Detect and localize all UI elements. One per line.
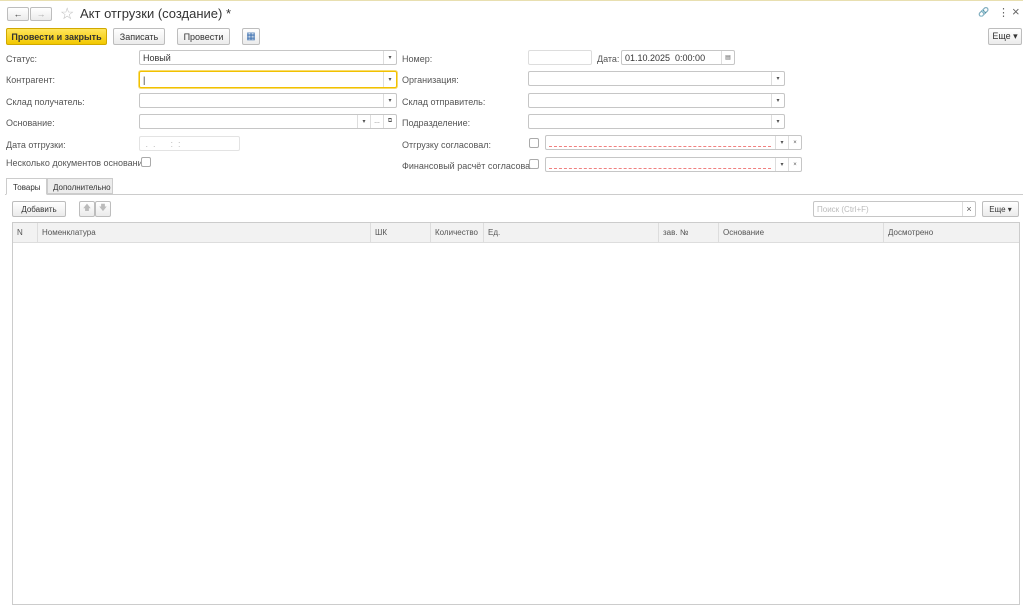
dropdown-icon[interactable]: ▾ [383,94,396,107]
counterparty-label: Контрагент: [6,75,56,85]
org-label: Организация: [402,75,459,85]
table-header: N Номенклатура ШК Количество Ед. зав. № … [13,223,1019,243]
back-button[interactable]: ← [7,7,29,21]
dropdown-icon[interactable]: ▾ [771,72,784,85]
col-barcode[interactable]: ШК [371,223,431,242]
recv-warehouse-label: Склад получатель: [6,97,85,107]
ship-approved-label: Отгрузку согласовал: [402,140,491,150]
col-inspected[interactable]: Досмотрено [884,223,1019,242]
post-button[interactable]: Провести [177,28,230,45]
more-button[interactable]: Еще ▾ [988,28,1022,45]
goods-table[interactable]: N Номенклатура ШК Количество Ед. зав. № … [12,222,1020,605]
date-field[interactable]: 01.10.2025 0:00:00 ▤ [621,50,735,65]
table-more-button[interactable]: Еще ▾ [982,201,1019,217]
clear-icon[interactable]: × [788,158,801,171]
col-nomenclature[interactable]: Номенклатура [38,223,371,242]
org-field[interactable]: ▾ [528,71,785,86]
fin-approved-checkbox[interactable] [529,159,539,169]
search-input[interactable]: Поиск (Ctrl+F) × [813,201,976,217]
col-quantity[interactable]: Количество [431,223,484,242]
tab-additional[interactable]: Дополнительно [47,178,113,194]
forward-button[interactable]: → [30,7,52,21]
open-icon[interactable]: ⧉ [383,115,396,128]
date-label: Дата: [597,54,620,64]
move-down-button[interactable]: 🡇 [95,201,111,217]
col-n[interactable]: N [13,223,38,242]
col-unit[interactable]: Ед. [484,223,659,242]
multi-basis-label: Несколько документов основания: [6,158,151,168]
ship-date-field[interactable]: . . : : [139,136,240,151]
calendar-icon[interactable]: ▤ [721,51,734,64]
ship-approved-field[interactable]: ▾ × [545,135,802,150]
dropdown-icon[interactable]: ▾ [771,115,784,128]
structure-icon[interactable]: ▦ [242,28,260,45]
recv-warehouse-field[interactable]: ▾ [139,93,397,108]
add-button[interactable]: Добавить [12,201,66,217]
ship-date-label: Дата отгрузки: [6,140,66,150]
basis-label: Основание: [6,118,55,128]
dropdown-icon[interactable]: ▾ [357,115,370,128]
dropdown-icon[interactable]: ▾ [775,136,788,149]
save-button[interactable]: Записать [113,28,165,45]
dept-field[interactable]: ▾ [528,114,785,129]
post-and-close-button[interactable]: Провести и закрыть [6,28,107,45]
page-title: Акт отгрузки (создание) * [80,6,232,21]
dropdown-icon[interactable]: ▾ [383,72,396,87]
tabs-divider [5,194,1023,195]
link-icon[interactable]: 🔗 [978,7,989,18]
more-icon[interactable]: ⋮ [998,6,1009,19]
send-warehouse-field[interactable]: ▾ [528,93,785,108]
number-label: Номер: [402,54,433,64]
dropdown-icon[interactable]: ▾ [775,158,788,171]
counterparty-field[interactable]: | ▾ [139,71,397,88]
basis-field[interactable]: ▾ … ⧉ [139,114,397,129]
dropdown-icon[interactable]: ▾ [771,94,784,107]
col-basis[interactable]: Основание [719,223,884,242]
ship-approved-checkbox[interactable] [529,138,539,148]
close-icon[interactable]: × [1012,4,1020,19]
dept-label: Подразделение: [402,118,471,128]
multi-basis-checkbox[interactable] [141,157,151,167]
number-field[interactable] [528,50,592,65]
select-icon[interactable]: … [370,115,383,128]
fin-approved-label: Финансовый расчёт согласовал: [402,161,538,171]
star-icon[interactable]: ☆ [60,4,74,24]
col-serial[interactable]: зав. № [659,223,719,242]
send-warehouse-label: Склад отправитель: [402,97,486,107]
fin-approved-field[interactable]: ▾ × [545,157,802,172]
status-field[interactable]: Новый ▾ [139,50,397,65]
tab-goods[interactable]: Товары [6,178,47,195]
clear-icon[interactable]: × [788,136,801,149]
dropdown-icon[interactable]: ▾ [383,51,396,64]
status-label: Статус: [6,54,37,64]
move-up-button[interactable]: 🡅 [79,201,95,217]
clear-icon[interactable]: × [962,202,975,216]
